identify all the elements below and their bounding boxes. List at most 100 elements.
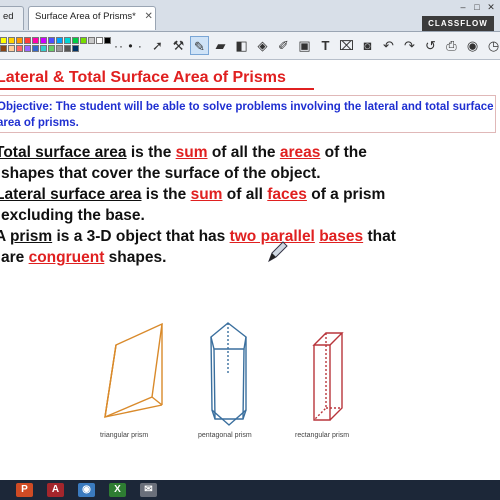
color-swatch[interactable]	[96, 37, 103, 44]
keyword-faces: faces	[267, 186, 307, 203]
definitions: Total surface area is the sum of all the…	[0, 142, 495, 268]
eraser-icon[interactable]: ◧	[232, 36, 251, 55]
objective-text: Objective: The student will be able to s…	[0, 101, 494, 129]
mail-taskbar-icon[interactable]: ✉	[140, 483, 157, 497]
taskbar: P A ◉ X ✉	[0, 480, 500, 500]
pen-size-selector[interactable]: ·· • ·	[114, 39, 143, 53]
text-icon[interactable]: T	[316, 36, 335, 55]
color-swatch[interactable]	[24, 45, 31, 52]
color-swatch[interactable]	[32, 45, 39, 52]
powerpoint-taskbar-icon[interactable]: P	[16, 483, 33, 497]
text: of a prism	[306, 186, 386, 203]
back-icon[interactable]: ↺	[421, 36, 440, 55]
term-total-surface-area: Total surface area	[0, 144, 127, 161]
keyword-sum: sum	[175, 144, 208, 161]
tab-label: Surface Area of Prisms*	[35, 11, 136, 22]
highlighter-icon[interactable]: ▰	[211, 36, 230, 55]
text: of all	[222, 186, 268, 203]
slide-heading: Lateral & Total Surface Area of Prisms	[0, 64, 500, 90]
browser-taskbar-icon[interactable]: ◉	[78, 483, 95, 497]
shape-icon[interactable]: ▣	[295, 36, 314, 55]
color-swatch[interactable]	[64, 37, 71, 44]
undo-icon[interactable]: ↶	[379, 36, 398, 55]
color-swatch[interactable]	[104, 37, 111, 44]
caption-rectangular-prism: rectangular prism	[295, 432, 350, 439]
close-window-button[interactable]: ✕	[484, 0, 498, 14]
redo-icon[interactable]: ↷	[400, 36, 419, 55]
toolbar: ·· • · ➚ ⚒ ✎ ▰ ◧ ◈ ✐ ▣ T ⌧ ◙ ↶ ↷ ↺ ⎙ ◉ ◷	[0, 32, 500, 60]
excel-taskbar-icon[interactable]: X	[109, 483, 126, 497]
fill-icon[interactable]: ◈	[253, 36, 272, 55]
rubber-icon[interactable]: ⌧	[337, 36, 356, 55]
caption-triangular-prism: triangular prism	[100, 432, 149, 439]
prism-drawings	[104, 322, 344, 426]
tools-icon[interactable]: ⚒	[169, 36, 188, 55]
maximize-button[interactable]: □	[470, 0, 484, 14]
color-swatch[interactable]	[80, 37, 87, 44]
tab-surface-area[interactable]: Surface Area of Prisms* ✕	[28, 6, 156, 30]
color-palette	[0, 36, 112, 52]
color-swatch[interactable]	[0, 37, 7, 44]
access-taskbar-icon[interactable]: A	[47, 483, 64, 497]
clock-icon[interactable]: ◷	[484, 36, 500, 55]
text: is the	[126, 144, 176, 161]
color-swatch[interactable]	[64, 45, 71, 52]
screen-icon[interactable]: ◙	[358, 36, 377, 55]
tab-bar: ed Surface Area of Prisms* ✕ – □ ✕ CLASS…	[0, 0, 500, 32]
rectangular-prism-drawing	[312, 332, 344, 421]
color-swatch[interactable]	[56, 37, 63, 44]
text: is the	[141, 186, 191, 203]
color-swatch[interactable]	[72, 45, 79, 52]
definition-line: shapes that cover the surface of the obj…	[0, 163, 495, 184]
keyword-congruent: congruent	[28, 249, 105, 266]
term-prism: prism	[9, 228, 53, 245]
text: is a 3-D object that has	[52, 228, 230, 245]
tab-label: ed	[3, 11, 14, 22]
window-controls: – □ ✕	[456, 0, 498, 14]
color-swatch[interactable]	[8, 45, 15, 52]
triangular-prism-drawing	[104, 322, 163, 419]
text: that	[363, 228, 396, 245]
text: of the	[320, 144, 367, 161]
color-swatch[interactable]	[24, 37, 31, 44]
keyword-sum: sum	[190, 186, 223, 203]
definition-line: excluding the base.	[0, 205, 495, 226]
text: shapes.	[104, 249, 167, 266]
camera-icon[interactable]: ◉	[463, 36, 482, 55]
tab-previous[interactable]: ed	[0, 6, 24, 30]
color-swatch[interactable]	[16, 37, 23, 44]
definition-line: Total surface area is the sum of all the…	[0, 142, 495, 163]
text: shapes that cover the surface of the obj…	[1, 165, 321, 182]
text: of all the	[207, 144, 280, 161]
color-swatch[interactable]	[40, 37, 47, 44]
page-title: Lateral & Total Surface Area of Prisms	[0, 69, 286, 86]
color-swatch[interactable]	[8, 37, 15, 44]
color-swatch[interactable]	[48, 45, 55, 52]
caption-pentagonal-prism: pentagonal prism	[198, 432, 252, 439]
keyword-bases: bases	[319, 228, 364, 245]
color-swatch[interactable]	[16, 45, 23, 52]
text: A	[0, 228, 6, 245]
marker-icon[interactable]: ✐	[274, 36, 293, 55]
pen-icon[interactable]: ✎	[190, 36, 209, 55]
arrow-tool-icon[interactable]: ➚	[148, 36, 167, 55]
heading-underline	[0, 88, 314, 90]
definition-line: Lateral surface area is the sum of all f…	[0, 184, 495, 205]
pen-cursor-icon	[268, 241, 288, 263]
close-tab-icon[interactable]: ✕	[145, 11, 153, 22]
print-icon[interactable]: ⎙	[442, 36, 461, 55]
color-swatch[interactable]	[0, 45, 7, 52]
text: are	[1, 249, 29, 266]
color-swatch[interactable]	[32, 37, 39, 44]
objective-box: Objective: The student will be able to s…	[0, 95, 496, 133]
color-swatch[interactable]	[56, 45, 63, 52]
brand-logo: CLASSFLOW	[422, 16, 494, 31]
color-swatch[interactable]	[48, 37, 55, 44]
color-swatch[interactable]	[72, 37, 79, 44]
tool-group: ➚ ⚒ ✎ ▰ ◧ ◈ ✐ ▣ T ⌧ ◙ ↶ ↷ ↺ ⎙ ◉ ◷	[148, 36, 500, 55]
color-swatch[interactable]	[40, 45, 47, 52]
minimize-button[interactable]: –	[456, 0, 470, 14]
pentagonal-prism-drawing	[210, 322, 247, 426]
term-lateral-surface-area: Lateral surface area	[0, 186, 142, 203]
color-swatch[interactable]	[88, 37, 95, 44]
